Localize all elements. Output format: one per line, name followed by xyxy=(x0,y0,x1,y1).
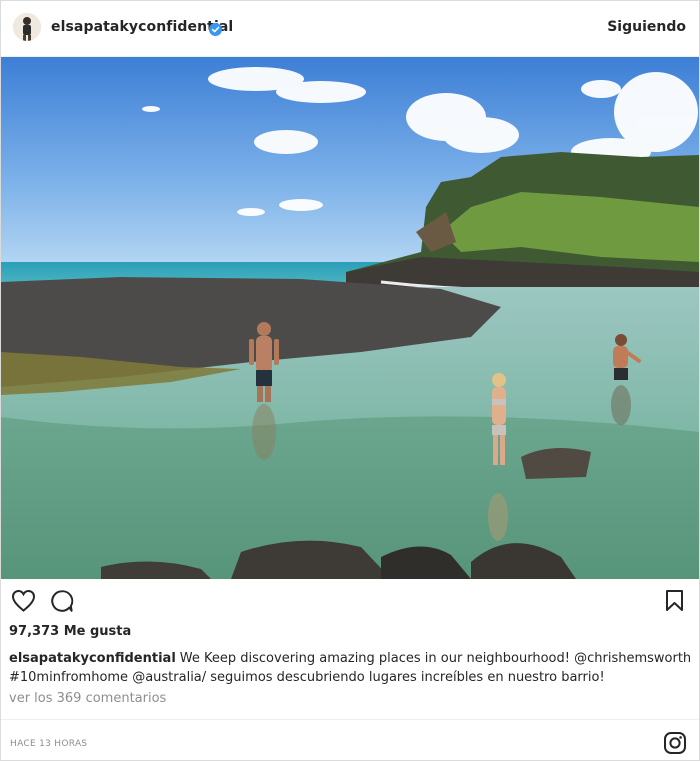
post-header: elsapatakyconfidential Siguiendo xyxy=(1,1,699,57)
heart-icon[interactable] xyxy=(11,589,36,616)
bookmark-icon[interactable] xyxy=(665,589,684,616)
caption-username[interactable]: elsapatakyconfidential xyxy=(9,651,176,666)
post-caption: elsapatakyconfidential We Keep discoverin… xyxy=(9,649,693,687)
comment-bubble-icon[interactable] xyxy=(50,589,74,617)
post-timestamp: HACE 13 HORAS xyxy=(10,739,88,749)
post-actions xyxy=(1,579,699,623)
instagram-logo-icon[interactable] xyxy=(663,731,687,755)
post-photo[interactable] xyxy=(1,57,699,579)
avatar[interactable] xyxy=(13,13,41,41)
instagram-post-card: elsapatakyconfidential Siguiendo 97,373 … xyxy=(0,0,700,761)
following-button[interactable]: Siguiendo xyxy=(607,19,686,35)
post-username[interactable]: elsapatakyconfidential xyxy=(51,19,233,35)
divider xyxy=(1,719,699,720)
like-count[interactable]: 97,373 Me gusta xyxy=(9,624,131,639)
view-comments-link[interactable]: ver los 369 comentarios xyxy=(9,691,166,706)
verified-badge-icon xyxy=(209,21,222,36)
